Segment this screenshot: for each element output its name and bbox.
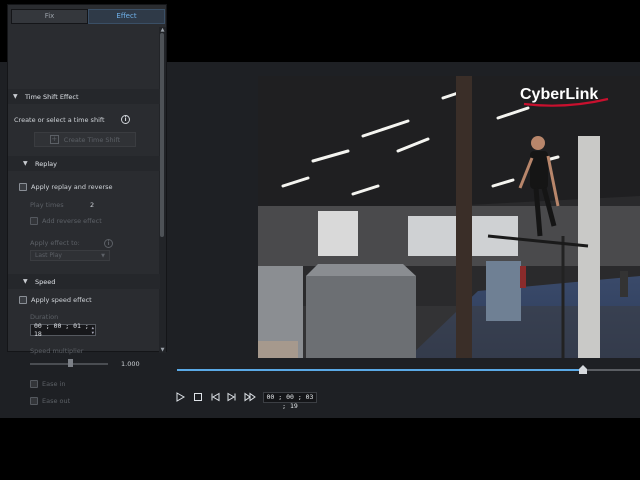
cyberlink-logo: CyberLink <box>520 86 609 107</box>
apply-speed-row[interactable]: Apply speed effect <box>19 296 92 304</box>
apply-replay-row[interactable]: Apply replay and reverse <box>19 183 113 191</box>
tab-bar: Fix Effect <box>11 9 165 24</box>
apply-replay-checkbox[interactable] <box>19 183 27 191</box>
apply-speed-checkbox[interactable] <box>19 296 27 304</box>
timeline-progress[interactable] <box>177 369 583 371</box>
tab-effect[interactable]: Effect <box>88 9 165 24</box>
reverse-label: Add reverse effect <box>42 217 102 225</box>
section-time-shift-header[interactable]: ▼ Time Shift Effect <box>8 89 160 104</box>
play-times-label: Play times <box>30 201 64 209</box>
logo-text: CyberLink <box>520 86 598 103</box>
video-preview <box>258 76 640 358</box>
apply-to-label: Apply effect to: <box>30 239 80 247</box>
timecode-display: 00 ; 00 ; 03 ; 19 <box>263 392 317 410</box>
settings-scrollbar[interactable]: ▲ ▼ <box>159 27 166 353</box>
play-icon[interactable] <box>174 391 186 403</box>
scrollbar-thumb[interactable] <box>160 33 164 237</box>
tab-fix[interactable]: Fix <box>11 9 88 24</box>
chevron-down-icon: ▼ <box>101 252 105 259</box>
ease-out-checkbox[interactable] <box>30 397 38 405</box>
ease-in-row[interactable]: Ease in <box>30 380 65 388</box>
create-time-shift-button[interactable]: + Create Time Shift <box>34 132 136 147</box>
stop-icon[interactable] <box>192 391 204 403</box>
multiplier-label: Speed multiplier <box>30 347 84 355</box>
info-icon[interactable]: i <box>121 115 130 124</box>
timeline-remaining[interactable] <box>582 369 640 371</box>
bottom-letterbox <box>0 418 640 480</box>
create-time-shift-row: Create or select a time shift <box>14 116 134 124</box>
timeline-playhead[interactable] <box>578 365 587 374</box>
info-icon[interactable]: i <box>104 239 113 248</box>
play-times-value-row: 2 <box>90 201 94 209</box>
apply-to-row: Apply effect to: <box>30 239 80 247</box>
reverse-row[interactable]: Add reverse effect <box>30 217 102 225</box>
spinner-icon[interactable]: ▲ ▼ <box>92 325 94 335</box>
speed-slider-thumb[interactable] <box>68 359 73 367</box>
apply-replay-label: Apply replay and reverse <box>31 183 113 191</box>
chevron-down-icon: ▼ <box>13 93 18 100</box>
chevron-down-icon: ▼ <box>23 278 28 285</box>
multiplier-value: 1.000 <box>121 360 140 368</box>
ease-in-label: Ease in <box>42 380 66 388</box>
prev-frame-icon[interactable] <box>209 391 221 403</box>
scroll-down-icon[interactable]: ▼ <box>159 347 166 353</box>
next-frame-icon[interactable] <box>226 391 238 403</box>
section-replay-header[interactable]: ▼ Replay <box>8 156 160 171</box>
ease-out-label: Ease out <box>42 397 71 405</box>
fast-forward-icon[interactable] <box>244 391 256 403</box>
section-title: Time Shift Effect <box>25 92 79 101</box>
reverse-checkbox[interactable] <box>30 217 38 225</box>
play-times-value[interactable]: 2 <box>90 201 94 209</box>
play-times-row: Play times <box>30 201 64 209</box>
video-frame-image <box>258 76 640 358</box>
ease-out-row[interactable]: Ease out <box>30 397 70 405</box>
duration-label: Duration <box>30 313 59 321</box>
multiplier-value-row: 1.000 <box>121 360 140 368</box>
chevron-down-icon: ▼ <box>23 160 28 167</box>
multiplier-row: Speed multiplier <box>30 347 83 355</box>
section-title: Speed <box>35 277 56 286</box>
duration-input[interactable]: 00 ; 00 ; 01 ; 18 ▲ ▼ <box>30 322 96 338</box>
plus-icon: + <box>49 135 59 144</box>
apply-speed-label: Apply speed effect <box>31 296 92 304</box>
create-time-shift-label: Create or select a time shift <box>14 116 105 124</box>
section-speed-header[interactable]: ▼ Speed <box>8 274 160 289</box>
duration-row: Duration <box>30 313 58 321</box>
ease-in-checkbox[interactable] <box>30 380 38 388</box>
section-title: Replay <box>35 159 57 168</box>
apply-to-dropdown[interactable]: Last Play ▼ <box>30 250 110 261</box>
